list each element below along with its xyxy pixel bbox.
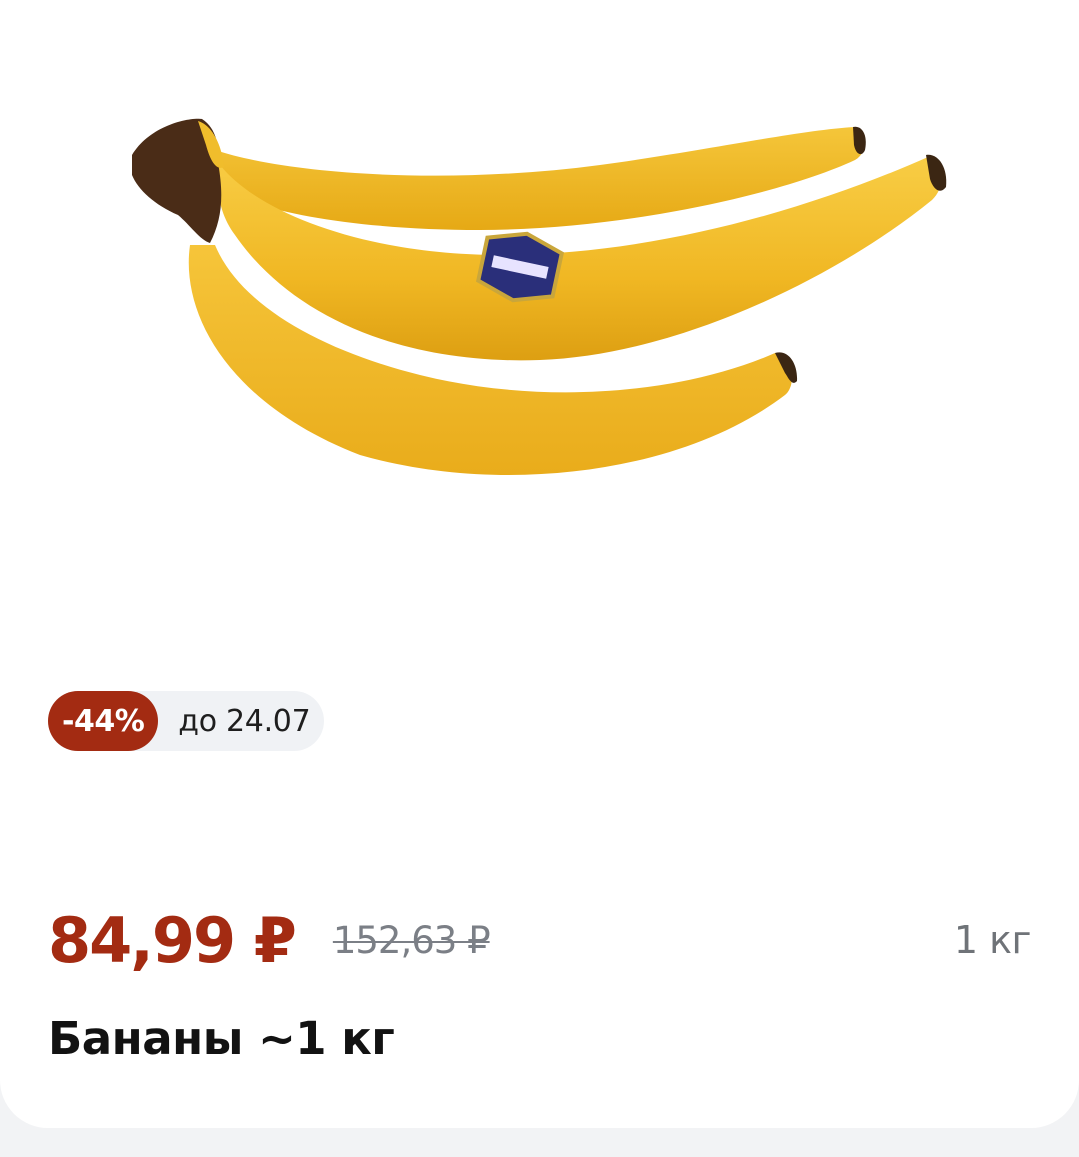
product-image: [132, 118, 947, 475]
current-price: 84,99 ₽: [48, 903, 297, 977]
discount-badge: -44%: [48, 691, 159, 751]
product-card: -44% до 24.07 84,99 ₽ 152,63 ₽ 1 кг Бана…: [0, 0, 1079, 1128]
price-row: 84,99 ₽ 152,63 ₽ 1 кг: [48, 895, 1032, 985]
old-price: 152,63 ₽: [332, 918, 491, 962]
promo-until-date: до 24.07: [178, 703, 311, 739]
unit-weight: 1 кг: [953, 918, 1032, 962]
promo-badge: -44% до 24.07: [48, 691, 325, 751]
product-title[interactable]: Бананы ~1 кг: [48, 1012, 395, 1065]
